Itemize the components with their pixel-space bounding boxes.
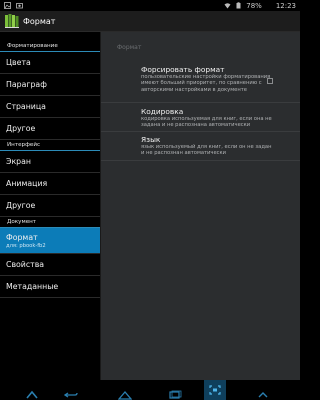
pref-summary: кодировка используемая для книг, если он… (141, 116, 272, 129)
sidebar-item-colors[interactable]: Цвета (0, 52, 100, 74)
battery-icon (235, 2, 242, 9)
sidebar-item-animation[interactable]: Анимация (0, 173, 100, 195)
pref-title: Язык (141, 135, 161, 144)
battery-percent: 78% (246, 1, 262, 10)
recent-apps-icon[interactable] (168, 385, 182, 399)
sidebar-item-sublabel: для: pbook-fb2 (6, 242, 46, 249)
hide-nav-icon[interactable] (25, 385, 39, 399)
pref-summary: язык используемый для книг, если он не з… (141, 144, 272, 157)
sidebar-item-properties[interactable]: Свойства (0, 254, 100, 276)
pref-language[interactable]: Язык язык используемый для книг, если он… (101, 132, 300, 161)
sidebar-item-format[interactable]: Формат для: pbook-fb2 (0, 228, 100, 254)
action-bar: Формат (0, 11, 300, 32)
back-icon[interactable] (63, 385, 78, 398)
app-logo-icon[interactable] (4, 13, 20, 29)
settings-sidebar: Форматирование Цвета Параграф Страница Д… (0, 32, 101, 380)
section-header-formatting: Форматирование (0, 41, 100, 52)
settings-content: Формат Форсировать формат пользовательск… (101, 32, 300, 380)
content-header: Формат (117, 44, 142, 51)
sidebar-item-other-formatting[interactable]: Другое (0, 118, 100, 140)
pref-title: Кодировка (141, 107, 184, 116)
wifi-icon (224, 2, 231, 9)
clock: 12:23 (275, 1, 296, 10)
sidebar-item-label: Свойства (6, 260, 45, 269)
camera-notification-icon (16, 2, 23, 9)
home-icon[interactable] (117, 385, 133, 400)
sidebar-item-other-interface[interactable]: Другое (0, 195, 100, 217)
page-title: Формат (23, 16, 56, 26)
sidebar-item-label: Страница (6, 102, 46, 111)
system-nav-bar (0, 380, 300, 400)
sidebar-item-label: Экран (6, 157, 31, 166)
section-header-interface: Интерфейс (0, 140, 100, 151)
sidebar-item-page[interactable]: Страница (0, 96, 100, 118)
force-format-checkbox[interactable] (267, 78, 273, 84)
sidebar-item-paragraph[interactable]: Параграф (0, 74, 100, 96)
expand-up-icon[interactable] (256, 385, 270, 398)
sidebar-item-label: Цвета (6, 58, 31, 67)
pref-summary: пользовательские настройки форматировани… (141, 74, 271, 93)
sidebar-item-label: Метаданные (6, 282, 59, 291)
image-notification-icon (4, 2, 11, 9)
pref-force-format[interactable]: Форсировать формат пользовательские наст… (101, 62, 300, 103)
section-header-document: Документ (0, 217, 100, 228)
sidebar-item-label: Анимация (6, 179, 48, 188)
sidebar-item-label: Формат (6, 232, 38, 242)
screenshot-icon[interactable] (204, 380, 226, 400)
sidebar-item-screen[interactable]: Экран (0, 151, 100, 173)
status-bar: 78% 12:23 (0, 0, 300, 11)
pref-title: Форсировать формат (141, 65, 225, 74)
sidebar-item-label: Параграф (6, 80, 47, 89)
pref-encoding[interactable]: Кодировка кодировка используемая для кни… (101, 103, 300, 132)
sidebar-item-metadata[interactable]: Метаданные (0, 276, 100, 298)
sidebar-item-label: Другое (6, 201, 36, 210)
sidebar-item-label: Другое (6, 124, 36, 133)
